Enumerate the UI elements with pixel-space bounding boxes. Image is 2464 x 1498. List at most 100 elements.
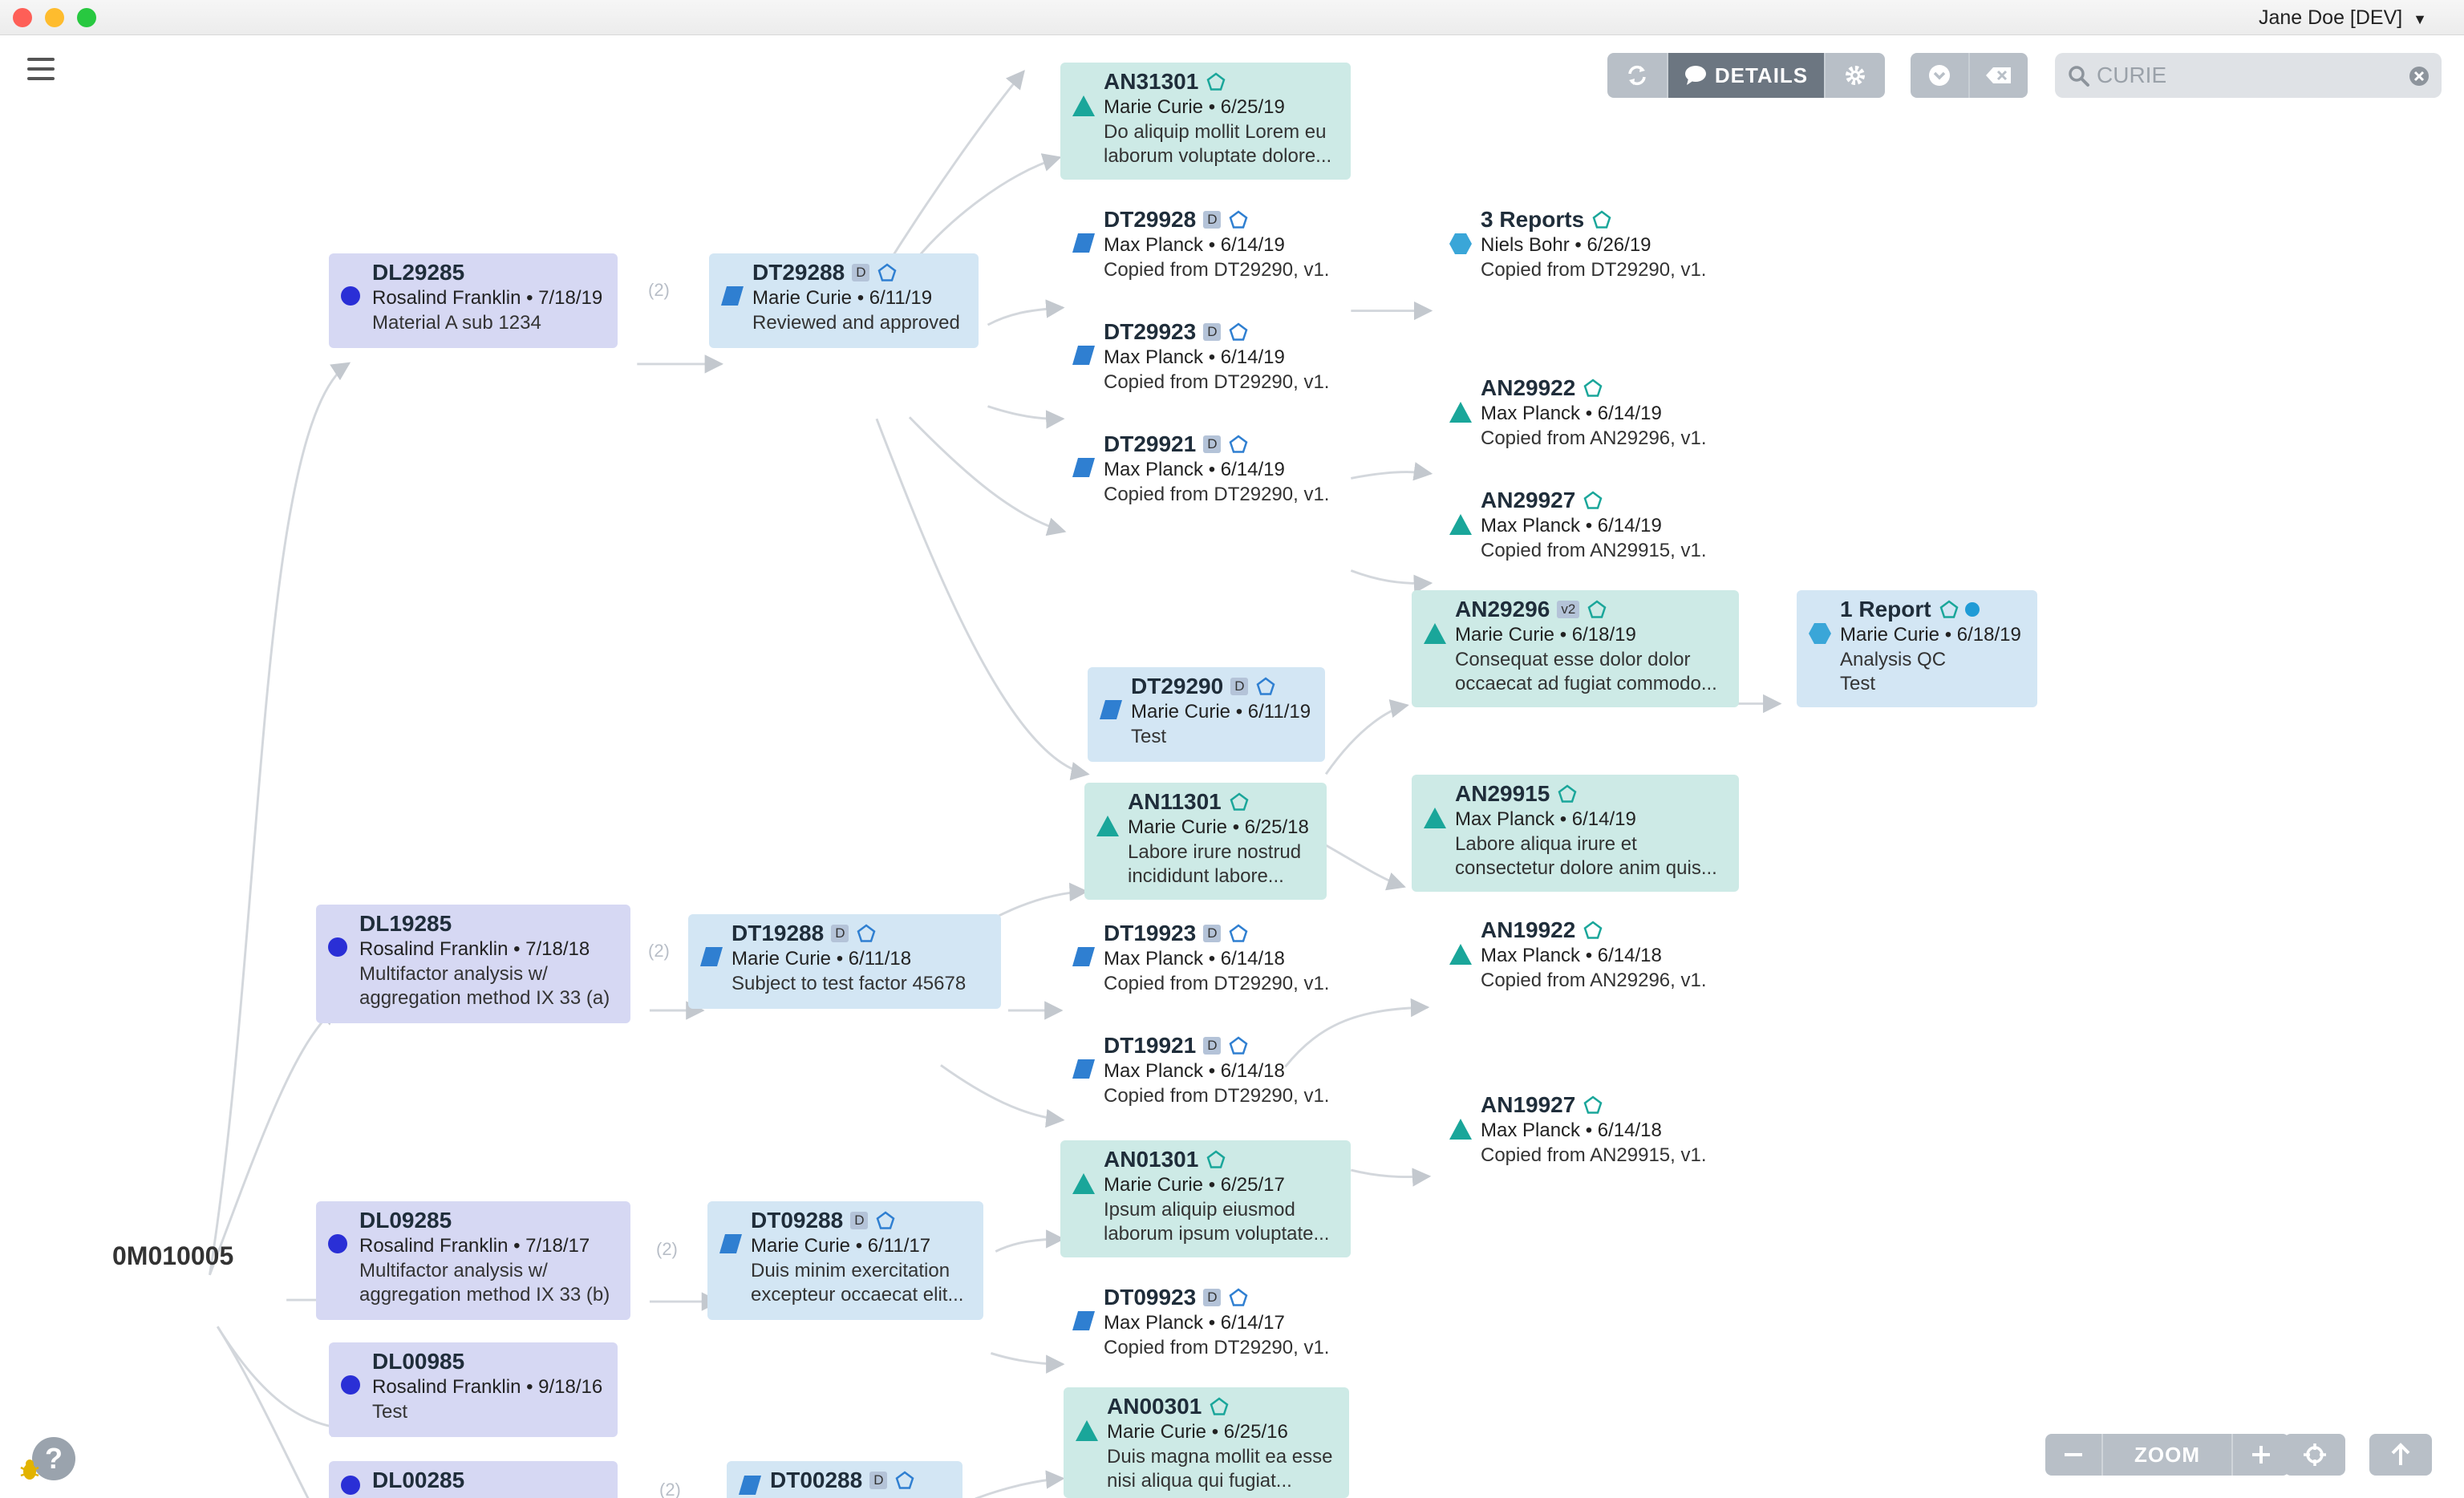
version-badge: D	[831, 925, 849, 942]
edge	[975, 1470, 1065, 1498]
graph-node[interactable]: AN31301 Marie Curie • 6/25/19 Do aliquip m…	[1060, 63, 1351, 180]
graph-node[interactable]: DT19921 D Max Planck • 6/14/18 Copied from …	[1060, 1026, 1349, 1121]
graph-node[interactable]: AN19922 Max Planck • 6/14/18 Copied from A…	[1437, 911, 1742, 1006]
triangle-icon	[1072, 95, 1095, 116]
pentagon-icon	[876, 1211, 895, 1229]
node-description: aggregation method IX 33 (a)	[359, 987, 610, 1009]
pentagon-icon	[1587, 600, 1607, 618]
pentagon-icon	[1229, 435, 1248, 453]
triangle-icon	[1424, 808, 1446, 828]
details-button[interactable]: DETAILS	[1667, 53, 1824, 98]
graph-canvas[interactable]: AN31301 Marie Curie • 6/25/19 Do aliquip m…	[0, 36, 2464, 1498]
center-view-button[interactable]	[2284, 1434, 2345, 1476]
node-meta: Marie Curie • 6/18/19	[1840, 624, 2021, 646]
node-title: DL09285	[359, 1208, 452, 1233]
node-meta: Marie Curie • 6/25/17	[1104, 1174, 1285, 1196]
node-description: Analysis QC	[1840, 649, 1947, 670]
version-badge: D	[850, 1212, 869, 1229]
graph-node[interactable]: DT09923 D Max Planck • 6/14/17 Copied from …	[1060, 1278, 1349, 1373]
graph-node[interactable]: DT29288 D Marie Curie • 6/11/19 Reviewed an…	[709, 253, 979, 348]
zoom-out-button[interactable]	[2045, 1434, 2101, 1476]
triangle-icon	[1449, 1119, 1472, 1140]
graph-node[interactable]: AN19927 Max Planck • 6/14/18 Copied from A…	[1437, 1086, 1742, 1180]
graph-node[interactable]: DT29923 D Max Planck • 6/14/19 Copied from …	[1060, 313, 1349, 407]
scroll-top-button[interactable]	[2369, 1434, 2432, 1476]
graph-node[interactable]: AN29296 v2 Marie Curie • 6/18/19 Consequat …	[1412, 590, 1739, 707]
graph-node[interactable]: DL09285 Rosalind Franklin • 7/18/17 Multif…	[316, 1201, 630, 1320]
graph-node[interactable]: DT29290 D Marie Curie • 6/11/19 Test	[1088, 667, 1325, 762]
edge	[987, 299, 1065, 326]
minimize-window-button[interactable]	[45, 8, 64, 27]
zoom-in-button[interactable]	[2231, 1434, 2289, 1476]
version-badge: D	[1203, 323, 1222, 341]
graph-node[interactable]: AN11301 Marie Curie • 6/25/18 Labore irure…	[1084, 783, 1327, 900]
maximize-window-button[interactable]	[77, 8, 96, 27]
chevron-circle-down-icon	[1929, 65, 1950, 86]
node-description: Copied from AN29296, v1.	[1481, 427, 1707, 449]
version-badge: D	[1230, 678, 1249, 695]
node-description: Copied from DT29290, v1.	[1104, 1337, 1330, 1358]
node-description: Subject to test factor 45678	[732, 973, 967, 994]
node-meta: Marie Curie • 6/11/17	[751, 1235, 931, 1257]
bug-icon[interactable]	[18, 1458, 42, 1482]
settings-button[interactable]	[1824, 53, 1885, 98]
version-badge: D	[852, 264, 870, 281]
node-description: Multifactor analysis w/	[359, 963, 548, 985]
edge	[209, 362, 351, 1276]
root-node-label[interactable]: 0M010005	[112, 1241, 233, 1271]
node-meta: Marie Curie • 6/25/16	[1107, 1421, 1288, 1443]
hamburger-menu-icon[interactable]	[27, 58, 55, 80]
version-badge: D	[869, 1472, 888, 1489]
zoom-reset-button[interactable]: ZOOM	[2101, 1434, 2231, 1476]
node-title: DL00285	[372, 1468, 465, 1492]
status-dot-icon	[1964, 602, 1980, 617]
parallelogram-icon	[1072, 947, 1095, 966]
node-description: Copied from AN29915, v1.	[1481, 1144, 1707, 1166]
graph-node[interactable]: DL19285 Rosalind Franklin • 7/18/18 Multif…	[316, 905, 630, 1023]
node-title: DT00288	[770, 1468, 863, 1492]
clear-filter-button[interactable]	[1968, 53, 2028, 98]
clear-search-icon[interactable]	[2408, 65, 2430, 87]
node-description: Test	[1131, 726, 1167, 747]
graph-node[interactable]: AN29927 Max Planck • 6/14/19 Copied from A…	[1437, 481, 1742, 576]
node-title: DT19288	[732, 921, 825, 945]
close-window-button[interactable]	[13, 8, 32, 27]
refresh-button[interactable]	[1607, 53, 1667, 98]
zoom-controls: ZOOM	[2045, 1434, 2289, 1476]
version-badge: D	[1203, 211, 1222, 229]
gear-icon	[1846, 66, 1865, 85]
pentagon-icon	[877, 263, 897, 281]
pentagon-icon	[1229, 322, 1248, 341]
graph-node[interactable]: DT29921 D Max Planck • 6/14/19 Copied from …	[1060, 425, 1349, 520]
node-description: Copied from DT29290, v1.	[1481, 259, 1707, 281]
parallelogram-icon	[1072, 1311, 1095, 1330]
circle-icon	[328, 1234, 347, 1253]
graph-node[interactable]: AN29915 Max Planck • 6/14/19 Labore aliqua…	[1412, 775, 1739, 892]
collapse-button[interactable]	[1911, 53, 1968, 98]
node-title: DL19285	[359, 911, 452, 936]
graph-node[interactable]: AN01301 Marie Curie • 6/25/17 Ipsum aliqui…	[1060, 1140, 1351, 1257]
pentagon-icon	[1256, 677, 1275, 695]
graph-node[interactable]: DT09288 D Marie Curie • 6/11/17 Duis minim …	[707, 1201, 983, 1320]
graph-node[interactable]: DL00285	[329, 1461, 618, 1498]
graph-node[interactable]: DL00985 Rosalind Franklin • 9/18/16 Test	[329, 1342, 618, 1437]
graph-node[interactable]: DT29928 D Max Planck • 6/14/19 Copied from …	[1060, 200, 1349, 295]
graph-node[interactable]: AN29922 Max Planck • 6/14/19 Copied from A…	[1437, 369, 1742, 464]
graph-node[interactable]: AN00301 Marie Curie • 6/25/16 Duis magna m…	[1064, 1387, 1349, 1498]
edge	[987, 405, 1065, 429]
graph-node[interactable]: DT19288 D Marie Curie • 6/11/18 Subject to …	[688, 914, 1001, 1009]
node-meta: Marie Curie • 6/25/19	[1104, 96, 1285, 118]
refresh-icon	[1628, 65, 1646, 86]
graph-node[interactable]: 3 Reports Niels Bohr • 6/26/19 Copied from…	[1437, 200, 1742, 295]
search-input[interactable]	[2097, 58, 2401, 93]
graph-node[interactable]: DT00288 D	[727, 1461, 962, 1498]
node-meta: Niels Bohr • 6/26/19	[1481, 234, 1651, 256]
edge	[940, 1064, 1065, 1128]
graph-node[interactable]: DL29285 Rosalind Franklin • 7/18/19 Materi…	[329, 253, 618, 348]
speech-bubble-icon	[1684, 66, 1706, 85]
arrow-up-icon	[2391, 1443, 2410, 1465]
user-menu[interactable]: Jane Doe [DEV] ▼	[2259, 6, 2427, 30]
graph-node[interactable]: 1 Report Marie Curie • 6/18/19 Analysis QC…	[1797, 590, 2037, 707]
crosshair-icon	[2304, 1443, 2326, 1466]
graph-node[interactable]: DT19923 D Max Planck • 6/14/18 Copied from …	[1060, 914, 1349, 1009]
